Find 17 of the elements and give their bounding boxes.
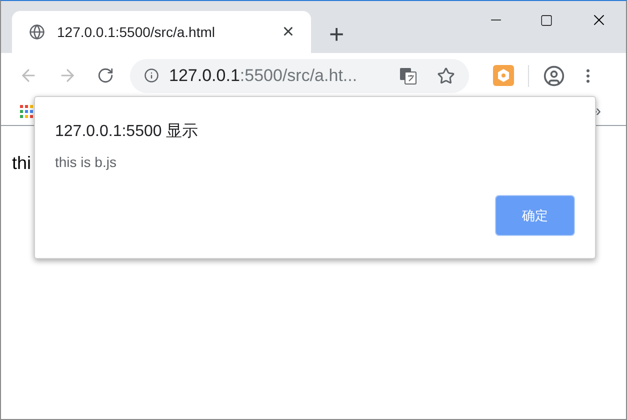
globe-icon [29, 24, 45, 40]
apps-icon[interactable] [20, 104, 34, 118]
info-icon [144, 68, 159, 83]
profile-icon[interactable] [543, 64, 565, 86]
maximize-icon[interactable] [540, 14, 553, 26]
dialog-title: 127.0.0.1:5500 显示 [55, 122, 200, 142]
reload-icon[interactable] [97, 67, 114, 84]
translate-icon[interactable] [399, 66, 417, 84]
url-text: 127.0.0.1:5500/src/a.ht... [169, 64, 358, 87]
tab-title: 127.0.0.1:5500/src/a.html [57, 22, 216, 42]
new-tab-button[interactable]: + [329, 21, 344, 47]
bookmark-star-icon[interactable] [437, 66, 455, 84]
dialog-message: this is b.js [55, 153, 118, 172]
page-text: thi [12, 153, 32, 173]
tab-close-button[interactable]: × [282, 22, 294, 42]
address-bar[interactable]: 127.0.0.1:5500/src/a.ht... [130, 58, 469, 92]
browser-tab[interactable]: 127.0.0.1:5500/src/a.html × [12, 11, 311, 53]
